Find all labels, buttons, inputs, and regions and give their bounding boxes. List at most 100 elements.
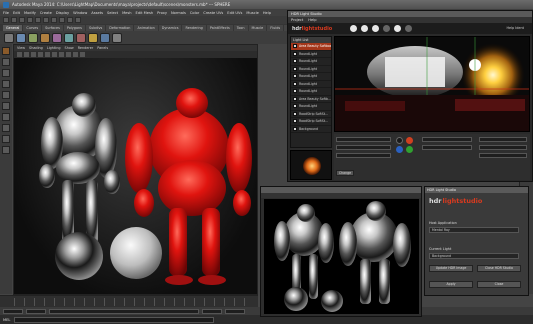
menu-assets[interactable]: Assets	[91, 11, 103, 15]
textured-icon[interactable]	[66, 52, 71, 57]
brightness-field[interactable]	[422, 137, 472, 142]
light-list-item[interactable]: Area Beauty Softb...	[291, 96, 331, 103]
shelf-camera-icon[interactable]	[76, 32, 86, 43]
menu-select[interactable]: Select	[107, 11, 118, 15]
viewport-menu-panels[interactable]: Panels	[97, 46, 108, 50]
select-mode-icon[interactable]	[27, 17, 33, 23]
render-settings-icon[interactable]	[75, 17, 81, 23]
light-list-item[interactable]: RoundLight	[291, 58, 331, 66]
light-list-item[interactable]: RoundLight	[291, 88, 331, 96]
shelf-material-icon[interactable]	[100, 32, 110, 43]
light-visibility-checkbox[interactable]	[293, 104, 297, 109]
single-view-layout-icon[interactable]	[2, 124, 10, 132]
menu-window[interactable]: Window	[73, 11, 87, 15]
shelf-tab-painteffects[interactable]: PaintEffects	[206, 24, 233, 31]
command-language-label[interactable]: MEL	[3, 318, 10, 322]
add-area-light-icon[interactable]	[361, 25, 369, 32]
light-visibility-checkbox[interactable]	[293, 111, 297, 116]
shelf-tab-dynamics[interactable]: Dynamics	[158, 24, 182, 31]
light-visibility-checkbox[interactable]	[293, 96, 297, 101]
camera-attributes-icon[interactable]	[24, 52, 29, 57]
outliner-layout-icon[interactable]	[2, 146, 10, 154]
open-scene-icon[interactable]	[11, 17, 17, 23]
viewport-menu-renderer[interactable]: Renderer	[78, 46, 93, 50]
use-lights-icon[interactable]	[73, 52, 78, 57]
shelf-tab-fluids[interactable]: Fluids	[267, 24, 284, 31]
light-list-item[interactable]: Background	[291, 126, 331, 133]
add-image-light-icon[interactable]	[372, 25, 380, 32]
apply-button[interactable]: Apply	[429, 281, 473, 288]
light-list-item[interactable]: RoundLight	[291, 103, 331, 111]
light-visibility-checkbox[interactable]	[293, 126, 297, 131]
playback-end-field[interactable]	[202, 308, 222, 314]
shadows-icon[interactable]	[80, 52, 85, 57]
shelf-tab-deformation[interactable]: Deformation	[106, 24, 134, 31]
shelf-tab-surfaces[interactable]: Surfaces	[42, 24, 63, 31]
current-light-select[interactable]: Background	[429, 253, 519, 259]
smooth-shade-icon[interactable]	[59, 52, 64, 57]
camera-select-icon[interactable]	[17, 52, 22, 57]
shelf-plane-icon[interactable]	[52, 32, 62, 43]
shelf-polygon-cube-icon[interactable]	[16, 32, 26, 43]
select-tool-icon[interactable]	[2, 47, 10, 55]
shelf-tab-rendering[interactable]: Rendering	[182, 24, 206, 31]
scale-tool-icon[interactable]	[2, 102, 10, 110]
snap-curve-icon[interactable]	[43, 17, 49, 23]
viewport-menu-view[interactable]: View	[17, 46, 25, 50]
ipr-render-icon[interactable]	[67, 17, 73, 23]
image-plane-icon[interactable]	[38, 52, 43, 57]
light-visibility-checkbox[interactable]	[293, 51, 297, 56]
add-gradient-icon[interactable]	[394, 25, 402, 32]
menu-modify[interactable]: Modify	[24, 11, 36, 15]
shelf-render-icon[interactable]	[112, 32, 122, 43]
hls-menu-help[interactable]: Help	[308, 18, 316, 22]
menu-edit[interactable]: Edit	[13, 11, 20, 15]
3d-viewport[interactable]: View Shading Lighting Show Renderer Panels	[13, 44, 258, 295]
time-slider[interactable]	[0, 295, 258, 307]
falloff-field[interactable]	[479, 145, 527, 150]
light-list-item[interactable]: RoadStrip SoftSt...	[291, 118, 331, 126]
blend-color-swatch[interactable]	[396, 146, 403, 153]
four-view-layout-icon[interactable]	[2, 135, 10, 143]
shelf-tab-general[interactable]: General	[3, 24, 23, 31]
rotate-tool-icon[interactable]	[2, 91, 10, 99]
lasso-tool-icon[interactable]	[2, 58, 10, 66]
menu-file[interactable]: File	[3, 11, 9, 15]
viewport-menu-shading[interactable]: Shading	[29, 46, 43, 50]
move-tool-icon[interactable]	[2, 80, 10, 88]
shelf-cylinder-icon[interactable]	[28, 32, 38, 43]
menu-display[interactable]: Display	[56, 11, 69, 15]
playback-start-field[interactable]	[26, 308, 46, 314]
spread-field[interactable]	[479, 153, 527, 158]
menu-help[interactable]: Help	[263, 11, 271, 15]
opacity-field[interactable]	[479, 137, 527, 142]
command-input[interactable]	[14, 316, 215, 323]
save-scene-icon[interactable]	[19, 17, 25, 23]
hdr-canvas[interactable]	[334, 36, 530, 132]
menu-color[interactable]: Color	[190, 11, 199, 15]
host-app-select[interactable]: Mental Ray	[429, 227, 519, 233]
viewport-menu-lighting[interactable]: Lighting	[47, 46, 61, 50]
chrome-monster-model[interactable]	[39, 93, 120, 244]
light-rotation-field[interactable]	[336, 153, 391, 158]
shelf-tab-polygons[interactable]: Polygons	[63, 24, 85, 31]
menu-normals[interactable]: Normals	[171, 11, 186, 15]
delete-light-icon[interactable]	[405, 25, 413, 32]
light-color-swatch[interactable]	[396, 137, 403, 144]
change-button[interactable]: Change	[336, 170, 354, 176]
bookmark-icon[interactable]	[31, 52, 36, 57]
end-frame-field[interactable]	[225, 308, 245, 314]
contrast-field[interactable]	[422, 145, 472, 150]
hls-help-label[interactable]: Help Ident	[506, 26, 524, 30]
grid-toggle-icon[interactable]	[45, 52, 50, 57]
snap-point-icon[interactable]	[51, 17, 57, 23]
start-frame-field[interactable]	[3, 308, 23, 314]
light-list-item[interactable]: RoundLight	[291, 66, 331, 73]
light-visibility-checkbox[interactable]	[293, 59, 297, 64]
update-hdr-button[interactable]: Update HDR Image	[429, 265, 473, 272]
shelf-cone-icon[interactable]	[40, 32, 50, 43]
menu-edit-uvs[interactable]: Edit UVs	[227, 11, 242, 15]
shelf-tab-curves[interactable]: Curves	[23, 24, 42, 31]
light-visibility-checkbox[interactable]	[293, 119, 297, 124]
menu-create[interactable]: Create	[40, 11, 52, 15]
